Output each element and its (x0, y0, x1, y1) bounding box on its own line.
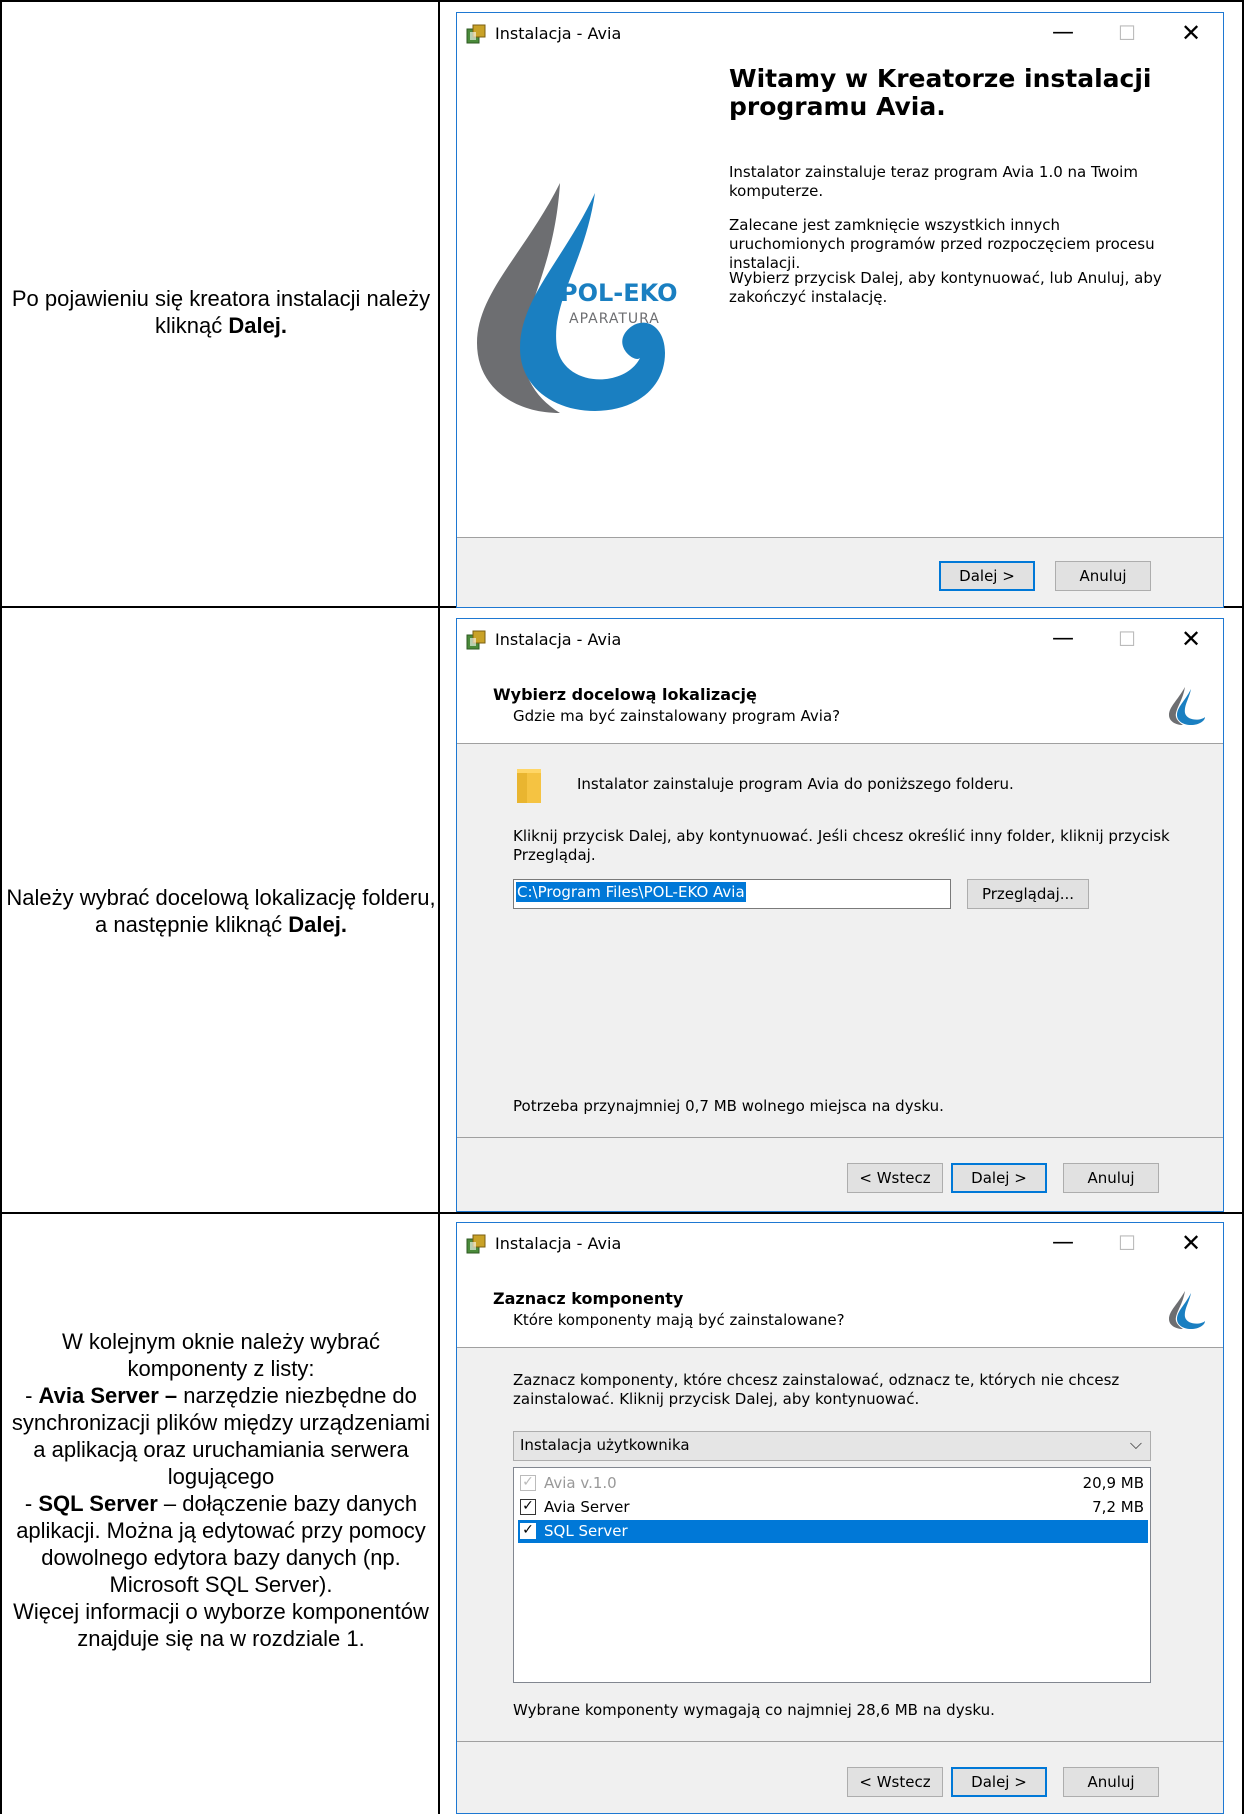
chevron-down-icon: ⌵ (1129, 1434, 1142, 1453)
installer-icon (466, 630, 486, 650)
location-instruction: Kliknij przycisk Dalej, aby kontynuować.… (513, 827, 1170, 864)
maximize-button[interactable]: ☐ (1095, 1223, 1159, 1263)
checkbox-icon[interactable]: ✓ (520, 1499, 536, 1515)
install-path-value: C:\Program Files\POL-EKO Avia (516, 882, 746, 902)
wizard-header: Wybierz docelową lokalizację Gdzie ma by… (457, 663, 1223, 744)
row-2-desc-bold: Dalej. (288, 912, 347, 937)
components-window: Instalacja - Avia — ☐ ✕ Zaznacz komponen… (456, 1222, 1224, 1814)
install-path-input[interactable]: C:\Program Files\POL-EKO Avia (513, 879, 951, 909)
row-3-item1-prefix: - (25, 1383, 39, 1408)
wizard-header: Zaznacz komponenty Które komponenty mają… (457, 1267, 1223, 1348)
close-button[interactable]: ✕ (1159, 1223, 1223, 1263)
small-logo-icon (1169, 1291, 1205, 1329)
cancel-button[interactable]: Anuluj (1063, 1767, 1159, 1797)
row-1-desc-text: Po pojawieniu się kreatora instalacji na… (11, 286, 431, 338)
space-requirement: Potrzeba przynajmniej 0,7 MB wolnego mie… (513, 1097, 944, 1115)
table-border-top (0, 0, 1244, 2)
title-bar: Instalacja - Avia — ☐ ✕ (457, 619, 1223, 663)
row-3-item2-prefix: - (24, 1491, 39, 1516)
component-size: 7,2 MB (1092, 1498, 1144, 1516)
minimize-button[interactable]: — (1031, 13, 1095, 53)
next-button[interactable]: Dalej > (951, 1767, 1047, 1797)
window-title: Instalacja - Avia (495, 1234, 622, 1253)
header-subtitle: Gdzie ma być zainstalowany program Avia? (513, 707, 841, 725)
row-3-desc-intro: W kolejnym oknie należy wybrać komponent… (62, 1329, 380, 1381)
table-border-left (0, 0, 2, 1814)
row-3-item2-bold: SQL Server (38, 1491, 158, 1516)
row-1-desc-bold: Dalej. (228, 313, 288, 338)
next-button[interactable]: Dalej > (951, 1163, 1047, 1193)
component-item-avia-server[interactable]: ✓ Avia Server 7,2 MB (518, 1496, 1148, 1519)
header-title: Zaznacz komponenty (493, 1289, 684, 1308)
header-title: Wybierz docelową lokalizację (493, 685, 757, 704)
welcome-title: Witamy w Kreatorze instalacji programu A… (729, 64, 1152, 121)
maximize-button[interactable]: ☐ (1095, 619, 1159, 659)
footer-separator (457, 1741, 1223, 1742)
cancel-button[interactable]: Anuluj (1055, 561, 1151, 591)
table-divider-2 (0, 1212, 1244, 1214)
row-2-desc-text: Należy wybrać docelową lokalizację folde… (6, 885, 436, 937)
back-button[interactable]: < Wstecz (847, 1163, 943, 1193)
component-item-sql-server[interactable]: ✓ SQL Server (518, 1520, 1148, 1543)
component-item-avia: ✓ Avia v.1.0 20,9 MB (518, 1472, 1148, 1495)
welcome-para-1: Instalator zainstaluje teraz program Avi… (729, 163, 1138, 200)
component-size: 20,9 MB (1082, 1474, 1144, 1492)
row-3-item1-bold: Avia Server – (38, 1383, 178, 1408)
installer-icon (466, 1234, 486, 1254)
checkbox-icon[interactable]: ✓ (520, 1523, 536, 1539)
minimize-button[interactable]: — (1031, 1223, 1095, 1263)
close-button[interactable]: ✕ (1159, 13, 1223, 53)
component-label: Avia Server (544, 1498, 630, 1516)
cancel-button[interactable]: Anuluj (1063, 1163, 1159, 1193)
components-list[interactable]: ✓ Avia v.1.0 20,9 MB ✓ Avia Server 7,2 M… (513, 1467, 1151, 1683)
row-3-description: W kolejnym oknie należy wybrać komponent… (4, 1328, 438, 1652)
install-type-value: Instalacja użytkownika (520, 1436, 690, 1454)
row-1-description: Po pojawieniu się kreatora instalacji na… (4, 285, 438, 339)
window-title: Instalacja - Avia (495, 24, 622, 43)
folder-description: Instalator zainstaluje program Avia do p… (577, 775, 1014, 793)
welcome-window: Instalacja - Avia — ☐ ✕ POL-EKO APARATUR… (456, 12, 1224, 608)
components-instruction: Zaznacz komponenty, które chcesz zainsta… (513, 1371, 1120, 1408)
install-type-select[interactable]: Instalacja użytkownika ⌵ (513, 1431, 1151, 1461)
header-subtitle: Które komponenty mają być zainstalowane? (513, 1311, 845, 1329)
next-button[interactable]: Dalej > (939, 561, 1035, 591)
row-3-more-info: Więcej informacji o wyborze komponentów … (13, 1599, 429, 1651)
close-button[interactable]: ✕ (1159, 619, 1223, 659)
title-bar: Instalacja - Avia — ☐ ✕ (457, 1223, 1223, 1267)
maximize-button[interactable]: ☐ (1095, 13, 1159, 53)
installer-icon (466, 24, 486, 44)
logo-sub-text: APARATURA (569, 311, 660, 327)
welcome-para-2: Zalecane jest zamknięcie wszystkich inny… (729, 216, 1155, 272)
footer-separator (457, 1137, 1223, 1138)
title-bar: Instalacja - Avia — ☐ ✕ (457, 13, 1223, 57)
back-button[interactable]: < Wstecz (847, 1767, 943, 1797)
component-label: Avia v.1.0 (544, 1474, 617, 1492)
browse-button[interactable]: Przeglądaj... (967, 879, 1089, 909)
window-title: Instalacja - Avia (495, 630, 622, 649)
location-window: Instalacja - Avia — ☐ ✕ Wybierz docelową… (456, 618, 1224, 1212)
checkbox-icon: ✓ (520, 1475, 536, 1491)
space-requirement: Wybrane komponenty wymagają co najmniej … (513, 1701, 995, 1719)
minimize-button[interactable]: — (1031, 619, 1095, 659)
welcome-para-3: Wybierz przycisk Dalej, aby kontynuować,… (729, 269, 1162, 306)
component-label: SQL Server (544, 1522, 628, 1540)
folder-icon (517, 769, 541, 803)
pol-eko-logo: POL-EKO APARATURA (477, 183, 678, 413)
small-logo-icon (1169, 687, 1205, 725)
logo-main-text: POL-EKO (560, 279, 678, 307)
table-column-divider (438, 0, 440, 1814)
row-2-description: Należy wybrać docelową lokalizację folde… (4, 884, 438, 938)
